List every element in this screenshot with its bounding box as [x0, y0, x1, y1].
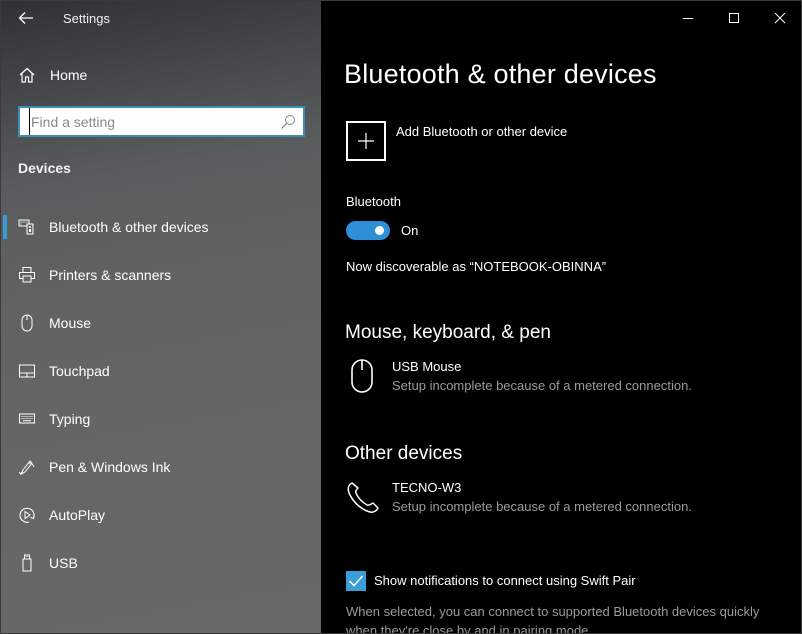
- sidebar-item-pen[interactable]: Pen & Windows Ink: [1, 443, 321, 491]
- sidebar: Settings Home Devices: [1, 1, 321, 633]
- close-icon: [774, 12, 786, 24]
- checkmark-icon: [348, 575, 364, 587]
- section-title-devices: Devices: [18, 160, 71, 176]
- device-status: Setup incomplete because of a metered co…: [392, 378, 692, 393]
- device-name: USB Mouse: [392, 359, 462, 374]
- autoplay-icon: [19, 507, 35, 523]
- maximize-button[interactable]: [711, 1, 757, 35]
- device-usb-mouse[interactable]: USB Mouse Setup incomplete because of a …: [346, 359, 786, 399]
- mouse-icon: [351, 359, 373, 393]
- group-title-mouse-keyboard-pen: Mouse, keyboard, & pen: [345, 322, 551, 343]
- device-tecno-w3[interactable]: TECNO-W3 Setup incomplete because of a m…: [346, 480, 786, 520]
- settings-window: Settings Home Devices: [0, 0, 802, 634]
- swift-pair-option[interactable]: Show notifications to connect using Swif…: [346, 571, 766, 591]
- sidebar-item-label: Touchpad: [49, 363, 110, 379]
- swift-pair-description: When selected, you can connect to suppor…: [346, 604, 760, 634]
- toggle-knob: [375, 226, 384, 235]
- maximize-icon: [729, 13, 739, 23]
- close-button[interactable]: [757, 1, 801, 35]
- page-title: Bluetooth & other devices: [344, 59, 657, 89]
- swift-pair-checkbox[interactable]: [346, 571, 366, 591]
- touchpad-icon: [19, 364, 35, 378]
- search-icon[interactable]: [280, 114, 296, 130]
- sidebar-item-label: Bluetooth & other devices: [49, 219, 209, 235]
- sidebar-item-label: USB: [49, 555, 78, 571]
- minimize-button[interactable]: [665, 1, 711, 35]
- sidebar-item-autoplay[interactable]: AutoPlay: [1, 491, 321, 539]
- main-content: Bluetooth & other devices Add Bluetooth …: [321, 1, 801, 634]
- keyboard-icon: [19, 413, 35, 424]
- bluetooth-label: Bluetooth: [346, 194, 401, 209]
- usb-icon: [22, 554, 32, 572]
- sidebar-item-bluetooth[interactable]: Bluetooth & other devices: [1, 203, 321, 251]
- sidebar-item-label: Printers & scanners: [49, 267, 172, 283]
- search-box: [18, 106, 305, 137]
- back-button[interactable]: [13, 7, 39, 29]
- printer-icon: [19, 267, 35, 283]
- mouse-icon: [21, 314, 33, 332]
- selected-indicator: [3, 215, 7, 239]
- sidebar-item-touchpad[interactable]: Touchpad: [1, 347, 321, 395]
- add-device-label: Add Bluetooth or other device: [396, 124, 568, 139]
- plus-icon: [358, 133, 374, 149]
- discoverable-text: Now discoverable as “NOTEBOOK-OBINNA”: [346, 259, 607, 274]
- sidebar-item-typing[interactable]: Typing: [1, 395, 321, 443]
- search-input[interactable]: [29, 108, 279, 135]
- sidebar-item-mouse[interactable]: Mouse: [1, 299, 321, 347]
- window-controls: [665, 1, 801, 35]
- bluetooth-toggle[interactable]: [346, 221, 390, 240]
- sidebar-item-usb[interactable]: USB: [1, 539, 321, 587]
- sidebar-item-printers[interactable]: Printers & scanners: [1, 251, 321, 299]
- sidebar-item-label: AutoPlay: [49, 507, 106, 523]
- phone-icon: [347, 482, 379, 513]
- device-status: Setup incomplete because of a metered co…: [392, 499, 692, 514]
- device-name: TECNO-W3: [392, 480, 462, 495]
- group-title-other-devices: Other devices: [345, 443, 463, 464]
- title-bar: Settings: [1, 1, 321, 35]
- sidebar-nav: Bluetooth & other devices Printers & sca…: [1, 203, 321, 587]
- add-device-button[interactable]: Add Bluetooth or other device: [346, 121, 646, 161]
- home-label: Home: [50, 67, 88, 83]
- add-device-box: [346, 121, 386, 161]
- sidebar-item-label: Typing: [49, 411, 91, 427]
- pen-icon: [19, 460, 35, 476]
- sidebar-item-label: Mouse: [49, 315, 92, 331]
- swift-pair-label: Show notifications to connect using Swif…: [374, 573, 636, 588]
- bluetooth-devices-icon: [18, 219, 34, 235]
- app-title: Settings: [63, 11, 110, 26]
- sidebar-item-label: Pen & Windows Ink: [49, 459, 171, 475]
- sidebar-home[interactable]: Home: [1, 61, 321, 89]
- minimize-icon: [683, 18, 693, 19]
- home-icon: [19, 67, 35, 83]
- bluetooth-state: On: [401, 223, 419, 238]
- back-arrow-icon: [18, 12, 33, 24]
